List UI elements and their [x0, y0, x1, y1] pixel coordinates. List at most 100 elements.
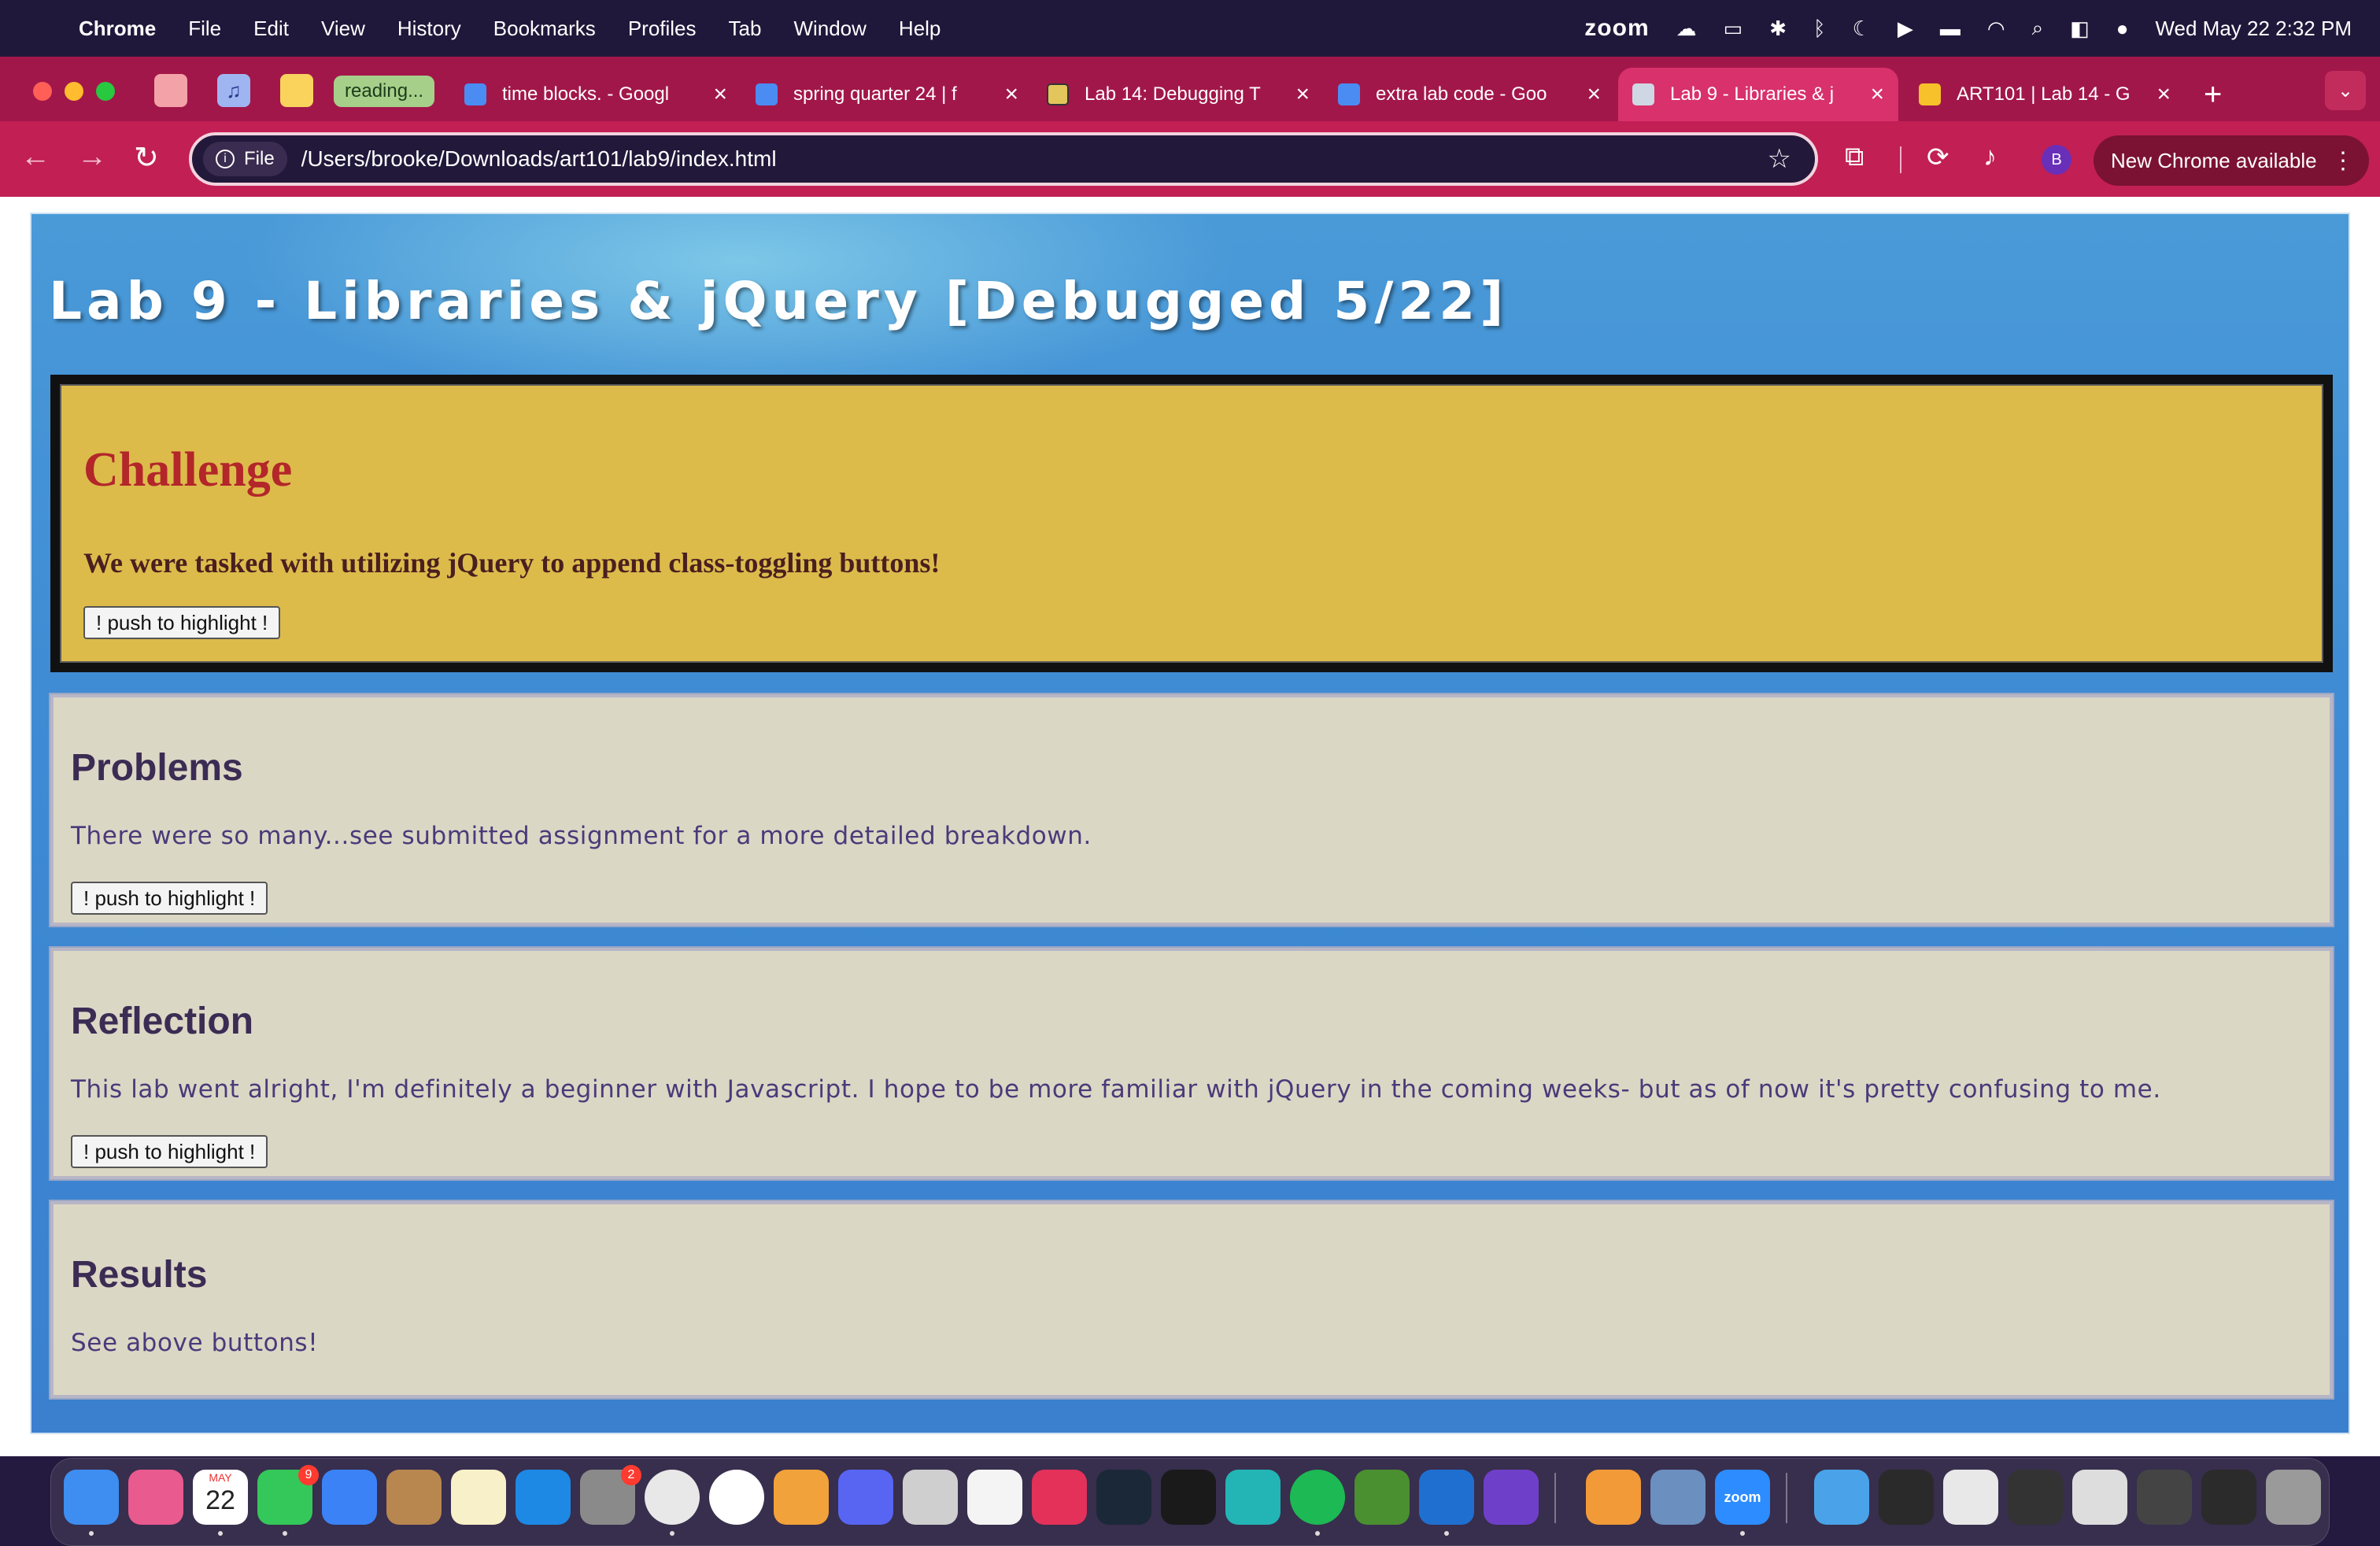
- menubar-clock[interactable]: Wed May 22 2:32 PM: [2155, 17, 2352, 41]
- tab-search-button[interactable]: ⌄: [2325, 71, 2366, 110]
- tab-time-blocks[interactable]: time blocks. - Googl ×: [450, 68, 741, 121]
- chrome-icon[interactable]: [645, 1470, 700, 1525]
- address-bar[interactable]: i File /Users/brooke/Downloads/art101/la…: [189, 132, 1818, 186]
- profile-avatar[interactable]: B: [2042, 145, 2071, 175]
- zoom-app-icon[interactable]: zoom: [1715, 1470, 1770, 1525]
- trash-icon[interactable]: [2266, 1470, 2321, 1525]
- focus-moon-icon[interactable]: ☾: [1853, 17, 1871, 41]
- messages-icon[interactable]: 9: [257, 1465, 319, 1525]
- tab-lab-14-debugging[interactable]: Lab 14: Debugging T ×: [1033, 68, 1324, 121]
- chatgpt-icon[interactable]: [967, 1470, 1022, 1525]
- creative-cloud-status-icon[interactable]: ☁: [1676, 17, 1697, 41]
- problems-highlight-button[interactable]: ! push to highlight !: [71, 882, 268, 915]
- close-icon[interactable]: ×: [2156, 81, 2171, 108]
- menu-window[interactable]: Window: [793, 17, 866, 41]
- close-icon[interactable]: ×: [713, 81, 727, 108]
- close-icon[interactable]: ×: [1870, 81, 1884, 108]
- new-tab-button[interactable]: +: [2204, 77, 2222, 113]
- zoom-status-label[interactable]: zoom: [1584, 15, 1649, 42]
- close-window-button[interactable]: [33, 82, 52, 101]
- bluetooth-icon[interactable]: ᛒ: [1813, 17, 1826, 41]
- menu-file[interactable]: File: [188, 17, 221, 41]
- preview-icon[interactable]: [1650, 1470, 1706, 1525]
- discord-icon[interactable]: [838, 1470, 893, 1525]
- dock-separator: [1554, 1473, 1556, 1523]
- recent-window-thumbnail[interactable]: [2008, 1470, 2063, 1525]
- minimize-window-button[interactable]: [65, 82, 83, 101]
- calendar-icon[interactable]: MAY 22: [193, 1470, 248, 1525]
- finder-icon[interactable]: [64, 1470, 119, 1525]
- reflection-highlight-button[interactable]: ! push to highlight !: [71, 1135, 268, 1168]
- reload-icon[interactable]: ↻: [134, 140, 159, 176]
- wifi-icon[interactable]: ◠: [1987, 17, 2005, 41]
- address-url[interactable]: /Users/brooke/Downloads/art101/lab9/inde…: [301, 146, 1768, 172]
- minecraft-icon[interactable]: [1354, 1470, 1410, 1525]
- recent-window-thumbnail[interactable]: [2072, 1470, 2127, 1525]
- site-info-chip[interactable]: i File: [203, 142, 287, 176]
- spotify-icon[interactable]: [1290, 1470, 1345, 1525]
- steam-icon[interactable]: [1096, 1470, 1151, 1525]
- mail-icon[interactable]: [322, 1470, 377, 1525]
- vscode-icon[interactable]: [1419, 1470, 1474, 1525]
- screen-mirror-icon[interactable]: ▭: [1724, 17, 1743, 41]
- tab-lab-9-active[interactable]: Lab 9 - Libraries & j ×: [1618, 68, 1898, 121]
- pinned-tab-notes-icon[interactable]: [280, 74, 313, 107]
- bookmark-star-icon[interactable]: ☆: [1768, 143, 1791, 175]
- recent-window-thumbnail[interactable]: [1943, 1470, 1998, 1525]
- close-icon[interactable]: ×: [1587, 81, 1601, 108]
- creative-cloud-icon[interactable]: [1032, 1470, 1087, 1525]
- menu-profiles[interactable]: Profiles: [628, 17, 697, 41]
- books-icon[interactable]: [1586, 1470, 1641, 1525]
- tab-title: Lab 14: Debugging T: [1085, 83, 1261, 105]
- siri-icon[interactable]: ●: [2116, 17, 2129, 41]
- recent-window-thumbnail[interactable]: [1879, 1470, 1934, 1525]
- gear-status-icon[interactable]: ✱: [1769, 17, 1787, 41]
- menu-view[interactable]: View: [321, 17, 365, 41]
- battery-icon[interactable]: ▬: [1940, 17, 1961, 41]
- more-menu-icon[interactable]: ⋮: [2331, 147, 2355, 175]
- media-controls-icon[interactable]: ♪: [1983, 142, 1997, 172]
- contacts-icon[interactable]: [386, 1470, 442, 1525]
- tab-group-chip[interactable]: reading...: [334, 76, 435, 107]
- forward-arrow-icon[interactable]: →: [77, 140, 107, 174]
- results-heading: Results: [71, 1254, 208, 1296]
- recent-window-thumbnail[interactable]: [2137, 1470, 2192, 1525]
- spotlight-search-icon[interactable]: ⌕: [2032, 16, 2044, 41]
- control-center-icon[interactable]: ◧: [2070, 17, 2090, 41]
- menu-tab[interactable]: Tab: [729, 17, 762, 41]
- close-icon[interactable]: ×: [1004, 81, 1018, 108]
- tab-art101-lab-14[interactable]: ART101 | Lab 14 - G ×: [1905, 68, 2185, 121]
- pinned-tab-1-icon[interactable]: [154, 74, 187, 107]
- new-chrome-available-button[interactable]: New Chrome available ⋮: [2094, 135, 2369, 186]
- color-picker-icon[interactable]: [774, 1470, 829, 1525]
- downloads-folder-icon[interactable]: [1814, 1470, 1869, 1525]
- launchpad-icon[interactable]: [128, 1470, 183, 1525]
- now-playing-icon[interactable]: ▶: [1898, 17, 1913, 41]
- close-icon[interactable]: ×: [1295, 81, 1310, 108]
- github-desktop-icon[interactable]: [1484, 1470, 1539, 1525]
- recent-window-thumbnail[interactable]: [2201, 1470, 2256, 1525]
- results-text: See above buttons!: [71, 1329, 319, 1357]
- extension-icon[interactable]: ⟳: [1927, 142, 1949, 173]
- fullscreen-window-button[interactable]: [96, 82, 115, 101]
- back-arrow-icon[interactable]: ←: [20, 140, 50, 174]
- menu-edit[interactable]: Edit: [253, 17, 289, 41]
- extensions-puzzle-icon[interactable]: ⧉: [1845, 142, 1864, 172]
- menu-help[interactable]: Help: [899, 17, 941, 41]
- challenge-highlight-button[interactable]: ! push to highlight !: [83, 606, 281, 639]
- tab-extra-lab-code[interactable]: extra lab code - Goo ×: [1324, 68, 1615, 121]
- activity-monitor-icon[interactable]: [1161, 1470, 1216, 1525]
- menu-app-name[interactable]: Chrome: [79, 17, 156, 41]
- menu-bookmarks[interactable]: Bookmarks: [493, 17, 596, 41]
- webex-icon[interactable]: [709, 1470, 764, 1525]
- docs-icon: [1338, 83, 1360, 105]
- notes-icon[interactable]: [451, 1470, 506, 1525]
- software-update-icon[interactable]: [1225, 1470, 1281, 1525]
- running-indicator: [1444, 1531, 1449, 1536]
- tab-spring-quarter[interactable]: spring quarter 24 | f ×: [741, 68, 1033, 121]
- system-settings-icon[interactable]: 2: [580, 1465, 641, 1525]
- cinema-icon[interactable]: [903, 1470, 958, 1525]
- app-store-icon[interactable]: [516, 1470, 571, 1525]
- pinned-tab-music-icon[interactable]: ♫: [217, 74, 250, 107]
- menu-history[interactable]: History: [397, 17, 461, 41]
